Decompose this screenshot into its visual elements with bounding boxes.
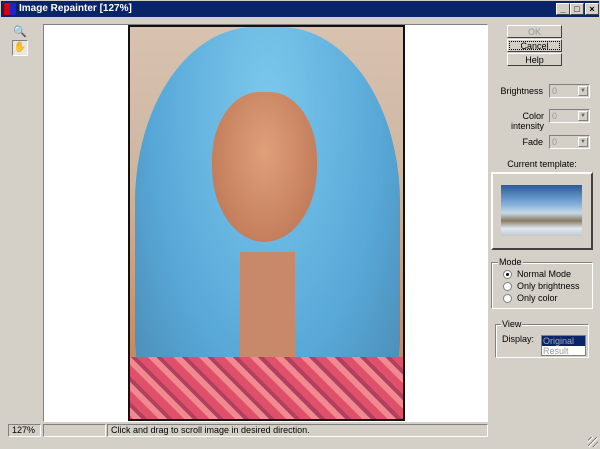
color-intensity-label: Color intensity [510, 111, 544, 131]
fade-value: 0 [552, 137, 558, 147]
status-message: Click and drag to scroll image in desire… [107, 424, 488, 437]
brightness-label: Brightness [500, 86, 543, 96]
brightness-combo[interactable]: 0 ▼ [549, 84, 590, 98]
color-intensity-combo[interactable]: 0 ▼ [549, 109, 590, 123]
resize-grip[interactable] [588, 437, 598, 447]
mode-title: Mode [498, 257, 523, 267]
close-button[interactable]: × [585, 3, 599, 15]
display-label: Display: [502, 334, 535, 344]
minimize-button[interactable]: _ [556, 3, 570, 15]
hand-icon[interactable]: ✋ [12, 40, 28, 56]
neck [240, 252, 295, 362]
maximize-button[interactable]: □ [570, 3, 584, 15]
help-button[interactable]: Help [507, 53, 562, 66]
shirt [130, 357, 403, 419]
fade-combo[interactable]: 0 ▼ [549, 135, 590, 149]
fade-label: Fade [522, 137, 543, 147]
chevron-down-icon[interactable]: ▼ [578, 137, 588, 147]
magnifier-icon[interactable]: 🔍 [12, 25, 28, 39]
view-group: View Display: Original Result [495, 319, 589, 358]
chevron-down-icon[interactable]: ▼ [578, 86, 588, 96]
display-listbox[interactable]: Original Result [541, 335, 586, 356]
brightness-value: 0 [552, 86, 558, 96]
photo[interactable] [128, 25, 405, 421]
display-option-original[interactable]: Original [542, 336, 585, 346]
image-canvas[interactable] [43, 24, 488, 422]
radio-only-color[interactable] [503, 294, 512, 303]
face [212, 92, 317, 242]
only-brightness-label[interactable]: Only brightness [517, 281, 580, 291]
template-thumbnail [501, 185, 582, 236]
only-color-label[interactable]: Only color [517, 293, 558, 303]
mode-group: Mode Normal Mode Only brightness Only co… [491, 257, 593, 309]
status-zoom: 127% [8, 424, 41, 437]
color-intensity-value: 0 [552, 111, 558, 121]
radio-normal-mode[interactable] [503, 270, 512, 279]
chevron-down-icon[interactable]: ▼ [578, 111, 588, 121]
template-button[interactable] [491, 172, 593, 250]
title-bar: Image Repainter [127%] _ □ × [0, 0, 600, 18]
cancel-button[interactable]: Cancel [507, 39, 562, 52]
view-title: View [501, 319, 523, 329]
status-empty [43, 424, 106, 437]
ok-button[interactable]: OK [507, 25, 562, 38]
display-option-result[interactable]: Result [542, 346, 585, 356]
template-label: Current template: [507, 159, 577, 169]
app-icon [4, 3, 16, 15]
normal-mode-label[interactable]: Normal Mode [517, 269, 571, 279]
radio-only-brightness[interactable] [503, 282, 512, 291]
window-title: Image Repainter [127%] [19, 3, 132, 14]
